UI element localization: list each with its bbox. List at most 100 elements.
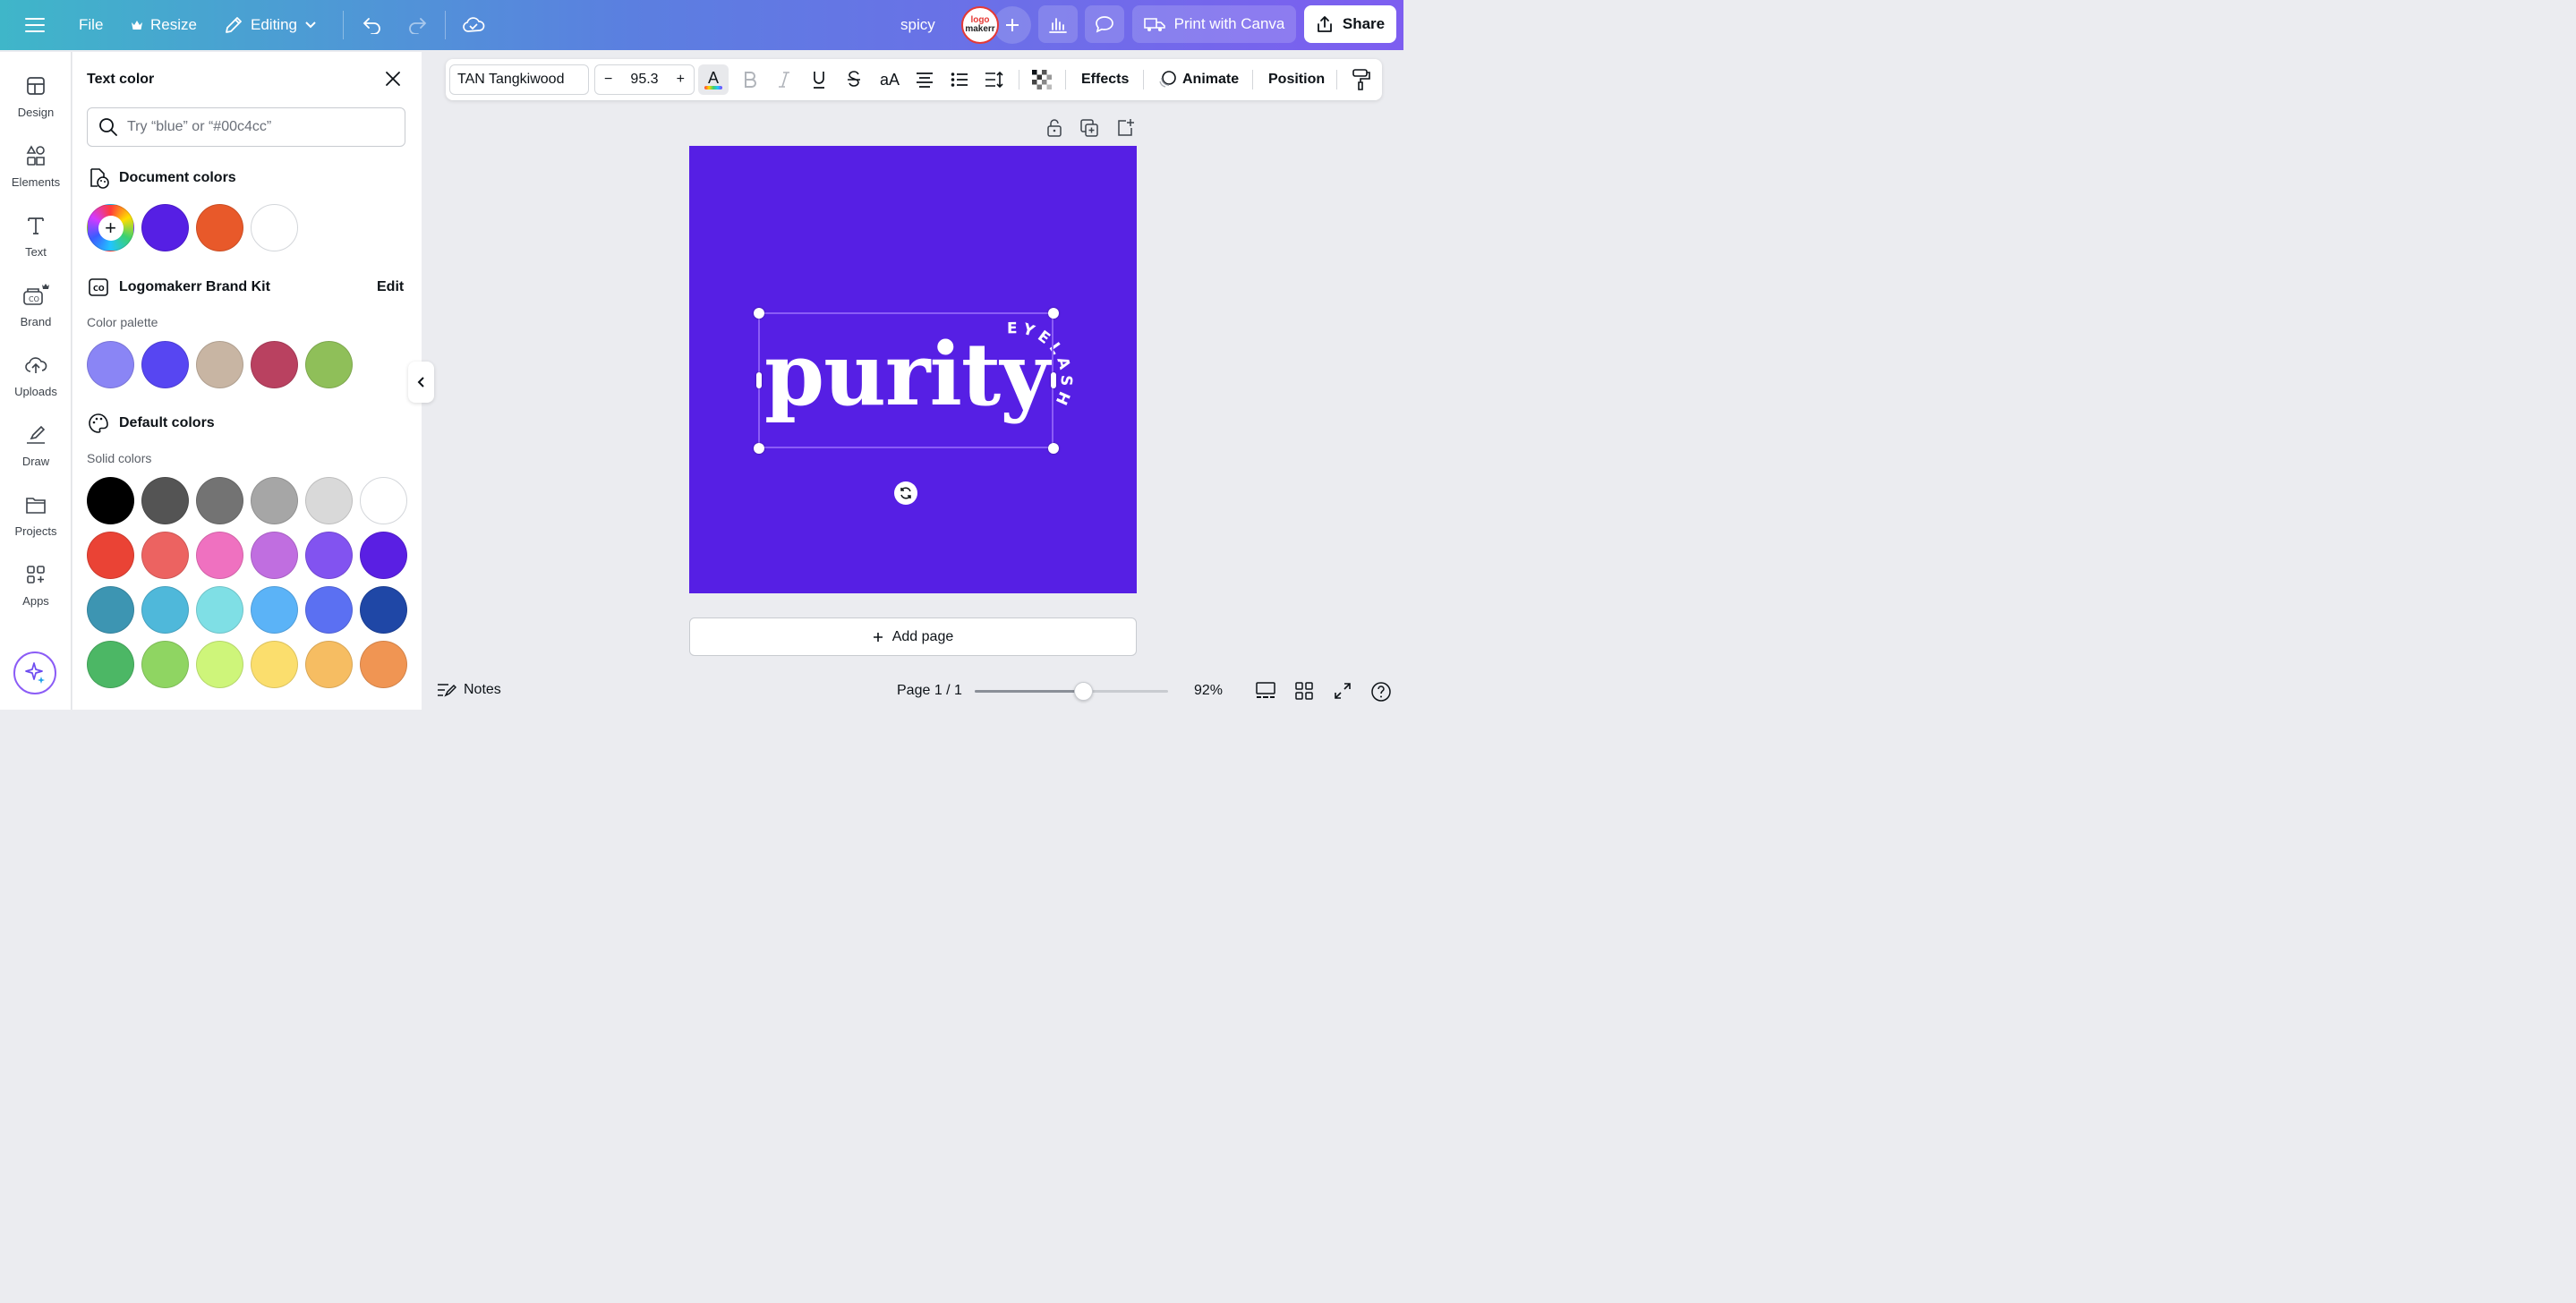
color-swatch[interactable]	[141, 641, 189, 688]
resize-handle-left[interactable]	[756, 372, 762, 388]
strikethrough-button[interactable]	[843, 66, 865, 93]
editing-mode-dropdown[interactable]: Editing	[224, 0, 317, 50]
resize-handle-top-right[interactable]	[1048, 308, 1059, 319]
rail-item-elements[interactable]: Elements	[0, 140, 72, 202]
page-indicator[interactable]: Page 1 / 1	[897, 683, 962, 699]
copy-style-button[interactable]	[1350, 66, 1373, 93]
effects-button[interactable]: Effects	[1081, 59, 1129, 100]
color-swatch[interactable]	[196, 477, 243, 524]
resize-handle-top-left[interactable]	[754, 308, 764, 319]
color-swatch[interactable]	[360, 641, 407, 688]
zoom-slider[interactable]	[975, 682, 1168, 701]
transparency-button[interactable]	[1031, 66, 1053, 93]
color-swatch[interactable]	[87, 586, 134, 634]
decrease-font-size-button[interactable]: −	[604, 72, 612, 88]
color-swatch[interactable]	[251, 477, 298, 524]
page-view-button[interactable]	[1255, 681, 1276, 701]
color-swatch[interactable]	[87, 641, 134, 688]
color-swatch[interactable]	[305, 341, 353, 388]
zoom-slider-knob[interactable]	[1073, 682, 1093, 701]
zoom-level[interactable]: 92%	[1194, 683, 1223, 699]
color-swatch[interactable]	[251, 641, 298, 688]
color-swatch[interactable]	[305, 477, 353, 524]
brand-kit-edit-link[interactable]: Edit	[377, 279, 404, 295]
add-page-icon[interactable]	[1115, 118, 1135, 138]
undo-button[interactable]	[362, 0, 383, 50]
magic-assistant-button[interactable]	[13, 652, 56, 694]
color-swatch[interactable]	[141, 532, 189, 579]
color-swatch[interactable]	[87, 532, 134, 579]
print-with-canva-button[interactable]: Print with Canva	[1132, 5, 1296, 43]
text-color-button[interactable]: A	[698, 64, 729, 95]
color-swatch[interactable]	[141, 477, 189, 524]
fullscreen-button[interactable]	[1333, 681, 1352, 701]
color-swatch[interactable]	[141, 341, 189, 388]
rail-item-apps[interactable]: Apps	[0, 558, 72, 621]
list-button[interactable]	[949, 66, 970, 93]
color-swatch[interactable]	[196, 341, 243, 388]
resize-handle-bottom-left[interactable]	[754, 443, 764, 454]
grid-view-button[interactable]	[1294, 681, 1314, 701]
rail-item-design[interactable]: Design	[0, 70, 72, 132]
color-swatch[interactable]	[251, 341, 298, 388]
color-swatch[interactable]	[141, 204, 189, 251]
letter-case-button[interactable]: aA	[877, 66, 902, 93]
rail-item-brand[interactable]: CO Brand	[0, 279, 72, 342]
rotate-handle[interactable]	[894, 481, 917, 505]
color-swatch[interactable]	[196, 641, 243, 688]
avatar[interactable]: logo makerr	[961, 6, 999, 44]
design-page[interactable]: purity EYELASHES	[689, 146, 1137, 593]
rail-item-uploads[interactable]: Uploads	[0, 349, 72, 412]
add-page-button[interactable]: Add page	[689, 617, 1137, 656]
add-color-button[interactable]: +	[87, 204, 134, 251]
collapse-panel-button[interactable]	[408, 362, 434, 403]
color-swatch[interactable]	[87, 341, 134, 388]
rail-item-draw[interactable]: Draw	[0, 419, 72, 481]
position-button[interactable]: Position	[1268, 59, 1325, 100]
underline-button[interactable]	[808, 66, 830, 93]
color-swatch[interactable]	[360, 532, 407, 579]
menu-button[interactable]	[25, 0, 45, 50]
color-swatch[interactable]	[196, 586, 243, 634]
help-button[interactable]	[1370, 681, 1392, 703]
font-size-value[interactable]: 95.3	[630, 72, 658, 88]
lock-icon[interactable]	[1045, 118, 1063, 138]
insights-button[interactable]	[1038, 5, 1078, 43]
color-search-input[interactable]	[127, 119, 387, 135]
align-button[interactable]	[914, 66, 935, 93]
increase-font-size-button[interactable]: +	[677, 72, 685, 88]
close-panel-button[interactable]	[384, 70, 402, 88]
color-swatch[interactable]	[141, 586, 189, 634]
color-swatch[interactable]	[305, 532, 353, 579]
italic-button[interactable]	[773, 66, 795, 93]
color-swatch[interactable]	[305, 586, 353, 634]
invite-button[interactable]	[994, 6, 1031, 44]
resize-button[interactable]: Resize	[131, 0, 197, 50]
color-swatch[interactable]	[196, 204, 243, 251]
resize-handle-right[interactable]	[1051, 372, 1056, 388]
rail-item-projects[interactable]: Projects	[0, 489, 72, 551]
color-swatch[interactable]	[251, 532, 298, 579]
spacing-button[interactable]	[984, 66, 1005, 93]
notes-button[interactable]: Notes	[437, 682, 501, 698]
color-swatch[interactable]	[305, 641, 353, 688]
color-swatch[interactable]	[360, 477, 407, 524]
animate-button[interactable]: Animate	[1157, 59, 1239, 100]
color-swatch[interactable]	[251, 586, 298, 634]
share-button[interactable]: Share	[1304, 5, 1396, 43]
color-swatch[interactable]	[87, 477, 134, 524]
resize-handle-bottom-right[interactable]	[1048, 443, 1059, 454]
file-menu[interactable]: File	[79, 0, 103, 50]
comments-button[interactable]	[1085, 5, 1124, 43]
save-status-button[interactable]	[462, 0, 485, 50]
color-swatch[interactable]	[251, 204, 298, 251]
font-family-dropdown[interactable]: TAN Tangkiwood	[449, 64, 589, 95]
document-title[interactable]: spicy	[900, 0, 935, 50]
duplicate-page-icon[interactable]	[1079, 118, 1099, 138]
redo-button[interactable]	[406, 0, 428, 50]
bold-button[interactable]	[739, 66, 761, 93]
color-swatch[interactable]	[360, 586, 407, 634]
rail-item-text[interactable]: Text	[0, 209, 72, 272]
color-swatch[interactable]	[196, 532, 243, 579]
color-search-box[interactable]	[87, 107, 405, 147]
